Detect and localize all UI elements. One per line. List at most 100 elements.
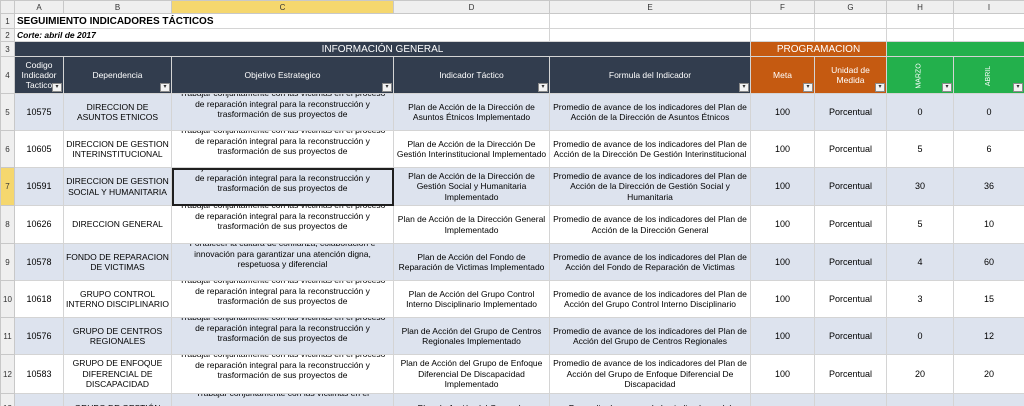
filter-dropdown-icon[interactable]: ▾: [875, 83, 885, 92]
row-header[interactable]: 12: [0, 354, 15, 394]
column-header-g[interactable]: G: [814, 0, 887, 14]
cell[interactable]: [750, 13, 815, 29]
column-header-a[interactable]: A: [14, 0, 64, 14]
cell-codigo[interactable]: 10591: [14, 167, 64, 206]
cell-indicador[interactable]: Plan de Acción de la Dirección General I…: [393, 205, 550, 244]
cell-codigo[interactable]: 10576: [14, 317, 64, 355]
row-header[interactable]: 8: [0, 205, 15, 244]
cell-dependencia[interactable]: DIRECCION GENERAL: [63, 205, 172, 244]
cell[interactable]: [549, 28, 751, 42]
cell-meta[interactable]: 100: [750, 205, 815, 244]
cell-codigo[interactable]: 10626: [14, 205, 64, 244]
header-formula[interactable]: Formula del Indicador ▾: [549, 56, 751, 94]
row-header[interactable]: 13: [0, 393, 15, 406]
cell-meta[interactable]: 100: [750, 280, 815, 318]
cell-unidad[interactable]: Porcentual: [814, 205, 887, 244]
cell[interactable]: [549, 13, 751, 29]
programacion-band[interactable]: PROGRAMACION: [750, 41, 887, 57]
cell-objetivo[interactable]: Trabajar conjuntamente con las víctimas …: [171, 317, 394, 355]
cell-formula[interactable]: Promedio de avance de los indicadores de…: [549, 93, 751, 131]
cell-formula[interactable]: Promedio de avance de los indicadores de…: [549, 167, 751, 206]
header-unidad[interactable]: Unidad de Medida ▾: [814, 56, 887, 94]
cell-dependencia[interactable]: GRUPO DE GESTIÓN: [63, 393, 172, 406]
column-header-b[interactable]: B: [63, 0, 172, 14]
cell-formula[interactable]: Promedio de avance de los indicadores de…: [549, 354, 751, 394]
cell-abril[interactable]: 60: [953, 243, 1024, 281]
cell[interactable]: [953, 28, 1024, 42]
cell[interactable]: [886, 13, 954, 29]
cell-dependencia[interactable]: DIRECCION DE GESTION INTERINSTITUCIONAL: [63, 130, 172, 168]
cell-codigo[interactable]: 10605: [14, 130, 64, 168]
cell-meta[interactable]: 100: [750, 130, 815, 168]
row-header[interactable]: 9: [0, 243, 15, 281]
filter-dropdown-icon[interactable]: ▾: [160, 83, 170, 92]
column-header-i[interactable]: I: [953, 0, 1024, 14]
cell-formula[interactable]: Promedio de avance de los indicadores de…: [549, 393, 751, 406]
cell-dependencia[interactable]: GRUPO CONTROL INTERNO DISCIPLINARIO: [63, 280, 172, 318]
column-header-f[interactable]: F: [750, 0, 815, 14]
row-header[interactable]: 6: [0, 130, 15, 168]
header-abril[interactable]: ABRIL ▾: [953, 56, 1024, 94]
header-dependencia[interactable]: Dependencia ▾: [63, 56, 172, 94]
cell-objetivo[interactable]: Trabajar conjuntamente con las víctimas …: [171, 205, 394, 244]
filter-dropdown-icon[interactable]: ▾: [52, 83, 62, 92]
cell-abril[interactable]: 10: [953, 205, 1024, 244]
cell-marzo[interactable]: 30: [886, 167, 954, 206]
cell-objetivo[interactable]: Trabajar conjuntamente con las víctimas …: [171, 354, 394, 394]
column-header-d[interactable]: D: [393, 0, 550, 14]
row-header[interactable]: 4: [0, 56, 15, 94]
cell-dependencia[interactable]: DIRECCION DE ASUNTOS ETNICOS: [63, 93, 172, 131]
cell-abril[interactable]: 12: [953, 317, 1024, 355]
cell-meta[interactable]: 100: [750, 167, 815, 206]
cell-unidad[interactable]: Porcentual: [814, 130, 887, 168]
cell-formula[interactable]: Promedio de avance de los indicadores de…: [549, 130, 751, 168]
cell-unidad[interactable]: Porcentual: [814, 317, 887, 355]
cell-meta[interactable]: 100: [750, 317, 815, 355]
cell-unidad[interactable]: Porcentual: [814, 354, 887, 394]
cell-indicador[interactable]: Plan de Acción del Grupo Control Interno…: [393, 280, 550, 318]
cell-indicador[interactable]: Plan de Acción de la Dirección de Asunto…: [393, 93, 550, 131]
filter-dropdown-icon[interactable]: ▾: [1013, 83, 1023, 92]
cell-marzo[interactable]: 3: [886, 280, 954, 318]
cell-formula[interactable]: Promedio de avance de los indicadores de…: [549, 243, 751, 281]
cell-marzo[interactable]: 4: [886, 243, 954, 281]
cell-objetivo[interactable]: Fortalecer la cultura de confianza, cola…: [171, 243, 394, 281]
row-header[interactable]: 3: [0, 41, 15, 57]
filter-dropdown-icon[interactable]: ▾: [382, 83, 392, 92]
cell-marzo[interactable]: 5: [886, 130, 954, 168]
cell-codigo[interactable]: 10575: [14, 93, 64, 131]
row-header[interactable]: 5: [0, 93, 15, 131]
header-codigo[interactable]: Codigo Indicador Tactico ▾: [14, 56, 64, 94]
row-header[interactable]: 11: [0, 317, 15, 355]
cell-dependencia[interactable]: FONDO DE REPARACION DE VICTIMAS: [63, 243, 172, 281]
cell-objetivo[interactable]: Trabajar conjuntamente con las víctimas …: [171, 167, 394, 206]
header-objetivo[interactable]: Objetivo Estrategico ▾: [171, 56, 394, 94]
cell-abril[interactable]: 36: [953, 167, 1024, 206]
cell[interactable]: [750, 28, 815, 42]
cell[interactable]: [953, 13, 1024, 29]
cell-meta[interactable]: [750, 393, 815, 406]
cell-meta[interactable]: 100: [750, 243, 815, 281]
cell-objetivo[interactable]: Trabajar conjuntamente con las víctimas …: [171, 130, 394, 168]
cell-marzo[interactable]: 0: [886, 93, 954, 131]
column-header-c[interactable]: C: [171, 0, 394, 14]
cell-marzo[interactable]: 0: [886, 317, 954, 355]
cell-indicador[interactable]: Plan de Acción de la Dirección de Gestió…: [393, 167, 550, 206]
cell-dependencia[interactable]: GRUPO DE ENFOQUE DIFERENCIAL DE DISCAPAC…: [63, 354, 172, 394]
header-meta[interactable]: Meta ▾: [750, 56, 815, 94]
cell-dependencia[interactable]: DIRECCION DE GESTION SOCIAL Y HUMANITARI…: [63, 167, 172, 206]
row-header[interactable]: 2: [0, 28, 15, 42]
cell-formula[interactable]: Promedio de avance de los indicadores de…: [549, 205, 751, 244]
cell-indicador[interactable]: Plan de Acción del Grupo de Centros Regi…: [393, 317, 550, 355]
cell-indicador[interactable]: Plan de Acción del Fondo de Reparación d…: [393, 243, 550, 281]
cell-abril[interactable]: 15: [953, 280, 1024, 318]
cell-unidad[interactable]: Porcentual: [814, 280, 887, 318]
cell-abril[interactable]: 6: [953, 130, 1024, 168]
row-header[interactable]: 10: [0, 280, 15, 318]
cell-formula[interactable]: Promedio de avance de los indicadores de…: [549, 280, 751, 318]
cell-marzo[interactable]: [886, 393, 954, 406]
row-header[interactable]: 1: [0, 13, 15, 29]
sheet-title[interactable]: SEGUIMIENTO INDICADORES TÁCTICOS: [14, 13, 550, 29]
cell-meta[interactable]: 100: [750, 354, 815, 394]
cell-codigo[interactable]: 10583: [14, 354, 64, 394]
